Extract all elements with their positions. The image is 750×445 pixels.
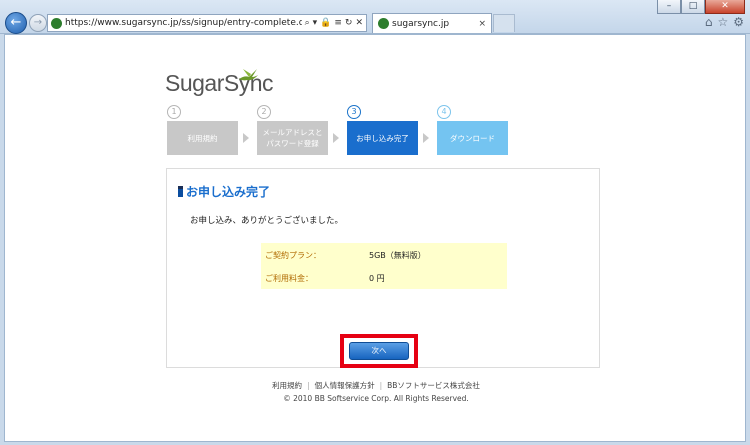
- footer-separator: |: [379, 381, 383, 390]
- plan-row: ご契約プラン： 5GB（無料版）: [265, 250, 503, 262]
- step-3-number: 3: [347, 105, 361, 119]
- favorites-star-icon[interactable]: ☆: [717, 15, 728, 29]
- tab-title: sugarsync.jp: [392, 18, 450, 29]
- search-icon[interactable]: ⌕: [305, 18, 310, 28]
- step-1-number: 1: [167, 105, 181, 119]
- home-icon[interactable]: ⌂: [705, 15, 713, 29]
- page-viewport: SugarSync 1 利用規約 2 メールアドレスと パスワード登録 3 お申…: [4, 34, 746, 442]
- plan-label: ご契約プラン：: [265, 251, 321, 260]
- refresh-icon[interactable]: ↻: [345, 18, 353, 28]
- step-arrow-icon: [243, 133, 249, 143]
- site-favicon-icon: [51, 17, 62, 29]
- lock-icon[interactable]: 🔒: [320, 18, 331, 28]
- new-tab-button[interactable]: [493, 14, 515, 32]
- step-email-password: メールアドレスと パスワード登録: [257, 121, 328, 155]
- footer-link-company[interactable]: BBソフトサービス株式会社: [387, 381, 480, 390]
- step-complete: お申し込み完了: [347, 121, 418, 155]
- address-tools: ⌕ ▾ 🔒 ≡ ↻ ✕: [302, 18, 366, 28]
- fee-label: ご利用料金：: [265, 274, 313, 283]
- maximize-button[interactable]: □: [681, 0, 705, 14]
- compat-icon[interactable]: ≡: [334, 18, 342, 28]
- browser-toolbar-icons: ⌂ ☆ ⚙: [705, 15, 744, 29]
- browser-chrome: – □ ✕ ← → https://www.sugarsync.jp/ss/si…: [0, 0, 750, 34]
- step-arrow-icon: [333, 133, 339, 143]
- step-terms: 利用規約: [167, 121, 238, 155]
- page-heading: お申し込み完了: [178, 183, 270, 200]
- heading-marker-icon: [178, 186, 183, 197]
- hummingbird-logo-icon: [239, 69, 258, 81]
- window-controls: – □ ✕: [657, 0, 745, 14]
- stop-icon[interactable]: ✕: [355, 18, 363, 28]
- forward-arrow-icon[interactable]: →: [29, 14, 47, 32]
- step-arrow-icon: [423, 133, 429, 143]
- step-download: ダウンロード: [437, 121, 508, 155]
- page-title: お申し込み完了: [186, 185, 271, 199]
- next-button[interactable]: 次へ: [349, 342, 409, 360]
- fee-value: 0 円: [369, 274, 385, 283]
- settings-gear-icon[interactable]: ⚙: [733, 15, 744, 29]
- back-arrow-icon[interactable]: ←: [5, 12, 27, 34]
- step-4-number: 4: [437, 105, 451, 119]
- step-2-number: 2: [257, 105, 271, 119]
- footer-link-privacy[interactable]: 個人情報保護方針: [315, 381, 375, 390]
- copyright-text: © 2010 BB Softservice Corp. All Rights R…: [283, 394, 469, 403]
- plan-value: 5GB（無料版）: [369, 251, 426, 260]
- thank-you-message: お申し込み、ありがとうございました。: [190, 216, 344, 226]
- browser-tab[interactable]: sugarsync.jp ×: [372, 13, 492, 33]
- url-text[interactable]: https://www.sugarsync.jp/ss/signup/entry…: [65, 18, 302, 28]
- dropdown-icon[interactable]: ▾: [313, 18, 318, 28]
- close-window-button[interactable]: ✕: [705, 0, 745, 14]
- tab-favicon-icon: [378, 18, 389, 29]
- fee-row: ご利用料金： 0 円: [265, 273, 503, 285]
- footer-links: 利用規約 | 個人情報保護方針 | BBソフトサービス株式会社: [5, 380, 745, 391]
- plan-summary: ご契約プラン： 5GB（無料版） ご利用料金： 0 円: [261, 243, 507, 289]
- address-bar[interactable]: https://www.sugarsync.jp/ss/signup/entry…: [47, 14, 367, 32]
- completion-card: お申し込み完了 お申し込み、ありがとうございました。 ご契約プラン： 5GB（無…: [166, 168, 600, 368]
- minimize-button[interactable]: –: [657, 0, 681, 14]
- footer-link-terms[interactable]: 利用規約: [272, 381, 302, 390]
- footer-separator: |: [307, 381, 310, 390]
- tab-close-icon[interactable]: ×: [478, 19, 486, 29]
